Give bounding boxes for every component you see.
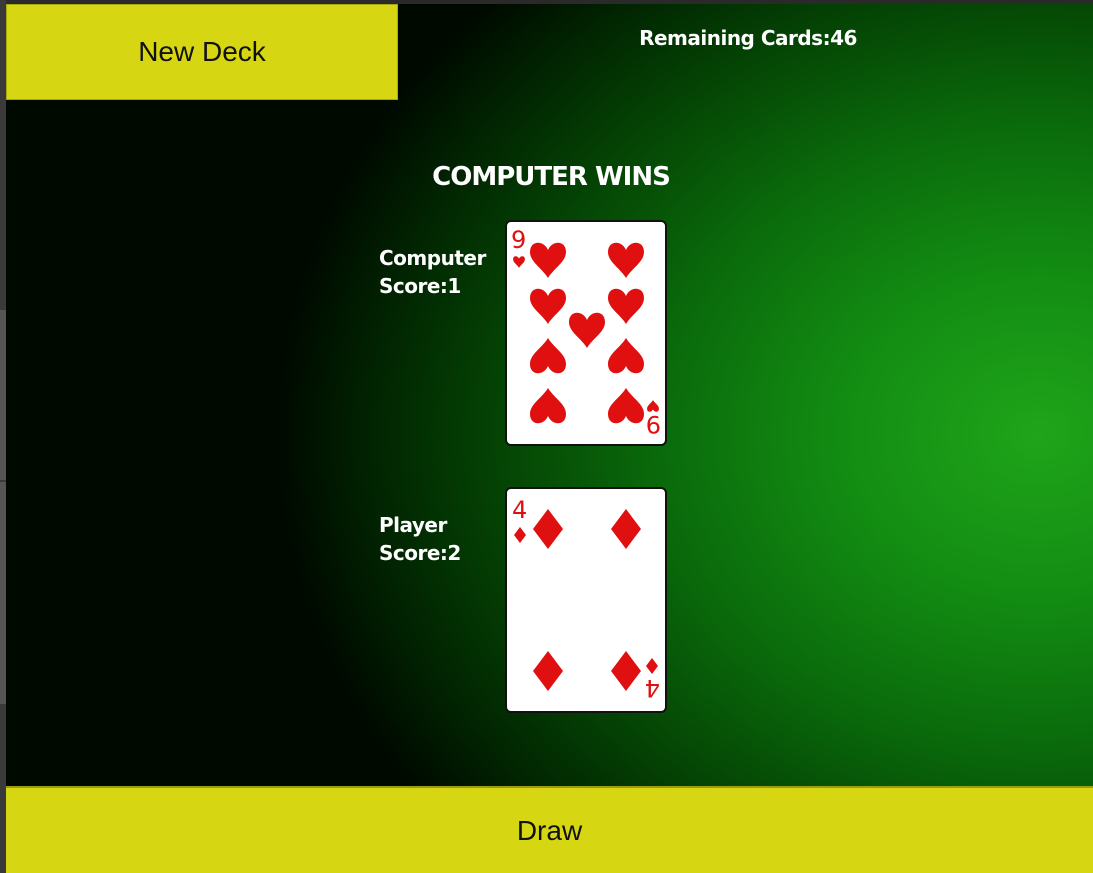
card-rank-top: 9 bbox=[511, 226, 526, 254]
heart-icon bbox=[530, 338, 566, 374]
card-rank-top: 4 bbox=[512, 496, 527, 524]
diamond-icon bbox=[533, 509, 563, 549]
player-card: 4 4 bbox=[505, 487, 667, 713]
four-of-diamonds-face: 4 4 bbox=[512, 496, 660, 702]
diamond-icon bbox=[514, 527, 526, 543]
new-deck-button[interactable]: New Deck bbox=[6, 4, 398, 100]
heart-icon bbox=[530, 288, 566, 324]
card-rank-bottom: 4 bbox=[645, 674, 660, 702]
computer-score: Score:1 bbox=[379, 274, 461, 298]
heart-icon bbox=[530, 242, 566, 278]
remaining-cards-counter: Remaining Cards:46 bbox=[639, 26, 857, 50]
computer-score-label: Computer Score:1 bbox=[379, 244, 486, 300]
diamond-icon bbox=[533, 651, 563, 691]
round-result-text: COMPUTER WINS bbox=[432, 162, 671, 192]
heart-icon bbox=[608, 288, 644, 324]
heart-icon bbox=[530, 388, 566, 424]
player-score: Score:2 bbox=[379, 541, 461, 565]
player-score-label: Player Score:2 bbox=[379, 511, 461, 567]
diamond-icon bbox=[646, 658, 658, 674]
computer-card: 9 9 bbox=[505, 220, 667, 446]
app-window: New Deck Remaining Cards:46 COMPUTER WIN… bbox=[0, 0, 1093, 873]
diamond-icon bbox=[611, 651, 641, 691]
nine-of-hearts-face: 9 9 bbox=[511, 226, 661, 438]
computer-label: Computer bbox=[379, 246, 486, 270]
card-rank-bottom: 9 bbox=[646, 410, 661, 438]
draw-button[interactable]: Draw bbox=[6, 786, 1093, 873]
heart-icon bbox=[608, 338, 644, 374]
player-label: Player bbox=[379, 513, 447, 537]
heart-icon bbox=[569, 312, 605, 348]
heart-icon bbox=[513, 256, 525, 268]
heart-icon bbox=[608, 388, 644, 424]
diamond-icon bbox=[611, 509, 641, 549]
heart-icon bbox=[608, 242, 644, 278]
